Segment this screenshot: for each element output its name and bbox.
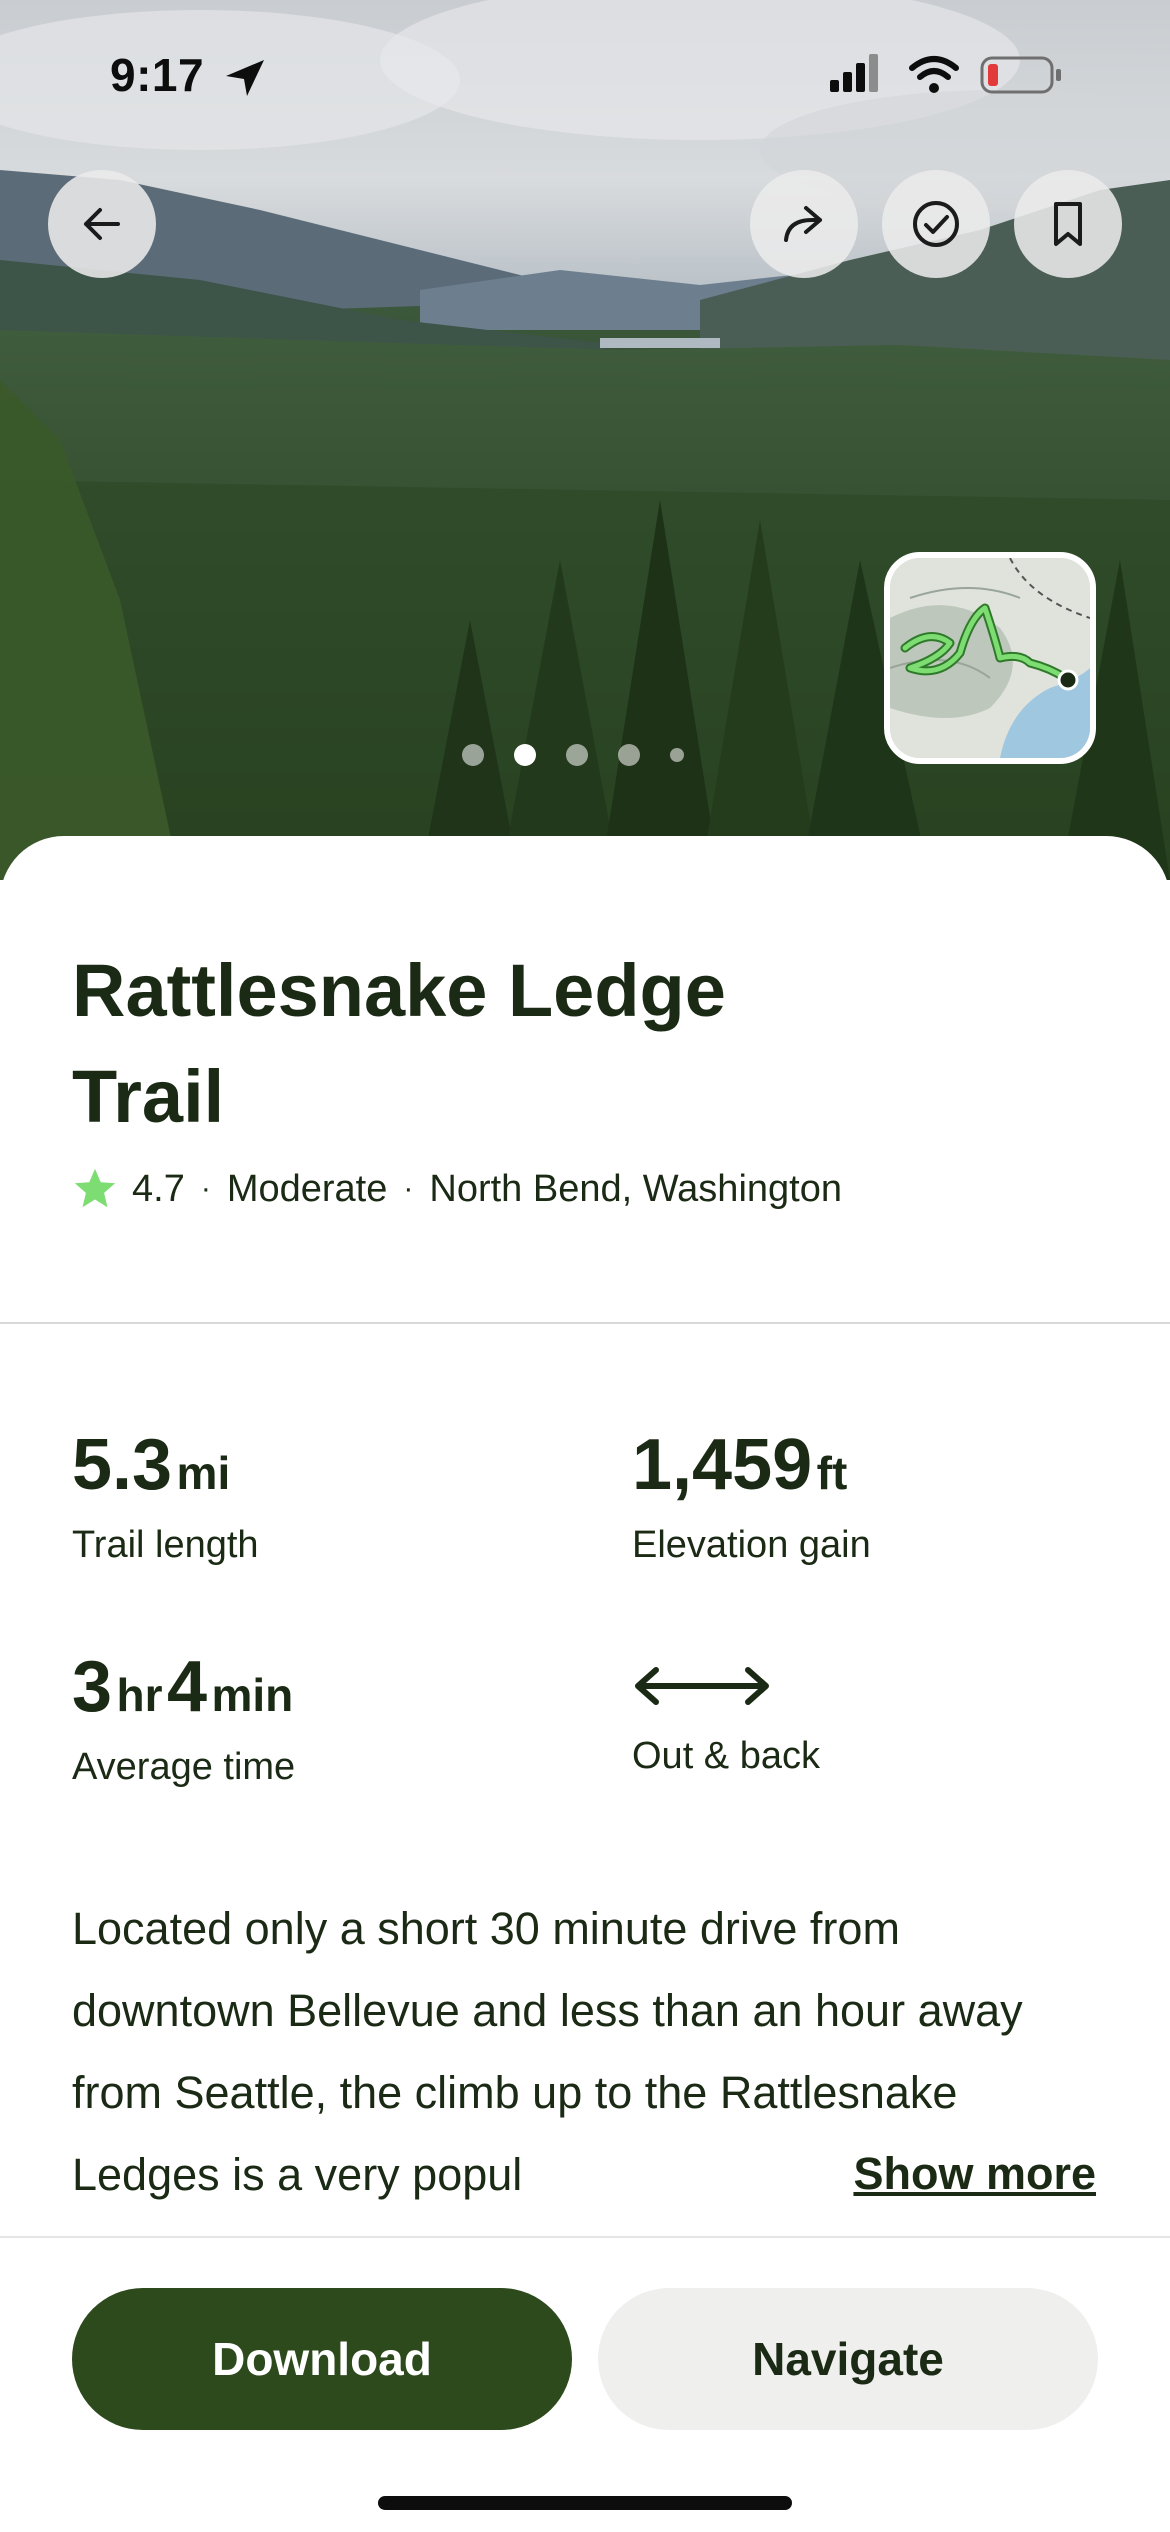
wifi-icon (909, 56, 959, 93)
route-label: Out & back (632, 1735, 820, 1777)
time-minutes-unit: min (211, 1669, 294, 1721)
back-button[interactable] (48, 170, 156, 278)
mark-completed-button[interactable] (882, 170, 990, 278)
status-icons (830, 52, 1090, 101)
trail-difficulty: Moderate (226, 1167, 388, 1210)
save-button[interactable] (1014, 170, 1122, 278)
status-indicators (830, 54, 1061, 94)
time-hours-unit: hr (116, 1669, 163, 1721)
meta-separator: · (403, 1172, 414, 1205)
battery-icon (980, 56, 1061, 94)
trail-location[interactable]: North Bend, Washington (429, 1168, 842, 1211)
stat-average-time: 3 hr 4 min Average time (72, 1646, 295, 1789)
cellular-signal-icon (830, 54, 878, 92)
map-preview[interactable] (884, 552, 1096, 764)
show-more-link[interactable]: Show more (847, 2148, 1096, 2200)
elevation-label: Elevation gain (632, 1524, 871, 1566)
trail-title: Rattlesnake Ledge Trail (72, 949, 726, 1138)
time-label: Average time (72, 1746, 296, 1788)
trail-map-icon (890, 558, 1090, 758)
home-indicator[interactable] (378, 2496, 792, 2510)
status-time: 9:17 (110, 49, 205, 101)
meta-separator: · (200, 1172, 211, 1205)
photo-toolbar (0, 150, 1170, 278)
trail-meta: 4.7 · Moderate · North Bend, Washington (72, 1166, 842, 1212)
carousel-dot[interactable] (462, 744, 484, 766)
carousel-dot[interactable] (670, 748, 684, 762)
photo-carousel-indicator[interactable] (462, 744, 684, 766)
time-minutes: 4 (166, 1647, 207, 1727)
share-button[interactable] (750, 170, 858, 278)
checkmark-circle-icon (913, 201, 959, 247)
status-bar: 9:17 (0, 0, 1170, 150)
download-button[interactable]: Download (72, 2288, 572, 2430)
time-hours: 3 (72, 1647, 113, 1727)
share-icon (784, 206, 822, 242)
carousel-dot[interactable] (566, 744, 588, 766)
length-value: 5.3 (72, 1425, 173, 1505)
description-fade (740, 2152, 860, 2222)
stat-route-type: Out & back (632, 1656, 820, 1778)
navigate-button[interactable]: Navigate (598, 2288, 1098, 2430)
section-divider (0, 1322, 1170, 1324)
trail-rating: 4.7 (132, 1167, 185, 1210)
hero-photo[interactable]: 9:17 (0, 0, 1170, 880)
star-icon (74, 1168, 116, 1208)
carousel-dot[interactable] (618, 744, 640, 766)
double-arrow-icon (635, 1667, 769, 1705)
elevation-value: 1,459 (632, 1425, 813, 1505)
length-label: Trail length (72, 1524, 259, 1566)
stat-trail-length: 5.3 mi Trail length (72, 1424, 259, 1567)
location-arrow-icon (226, 60, 264, 96)
action-bar: Download Navigate (0, 2236, 1170, 2532)
stat-elevation-gain: 1,459 ft Elevation gain (632, 1424, 871, 1567)
carousel-dot-active[interactable] (514, 744, 536, 766)
bookmark-icon (1054, 202, 1082, 246)
length-unit: mi (176, 1447, 231, 1499)
arrow-left-icon (84, 208, 120, 240)
elevation-unit: ft (816, 1447, 848, 1499)
